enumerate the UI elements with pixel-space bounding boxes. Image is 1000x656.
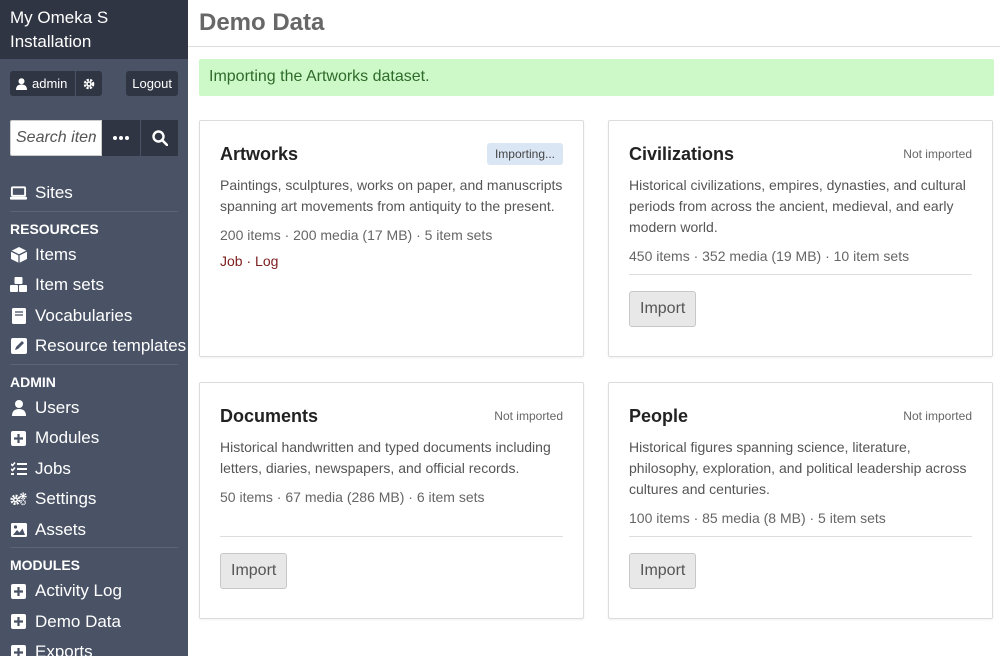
status-label: Not imported <box>494 409 563 423</box>
sidebar-item-label: Assets <box>35 519 87 539</box>
main-content: Demo Data Importing the Artworks dataset… <box>188 0 1000 656</box>
sidebar-item-label: Jobs <box>35 458 71 478</box>
dataset-description: Paintings, sculptures, works on paper, a… <box>220 177 563 214</box>
modules-heading: MODULES <box>10 557 80 573</box>
sidebar-item-label: Exports <box>35 642 93 656</box>
edit-icon <box>10 338 27 355</box>
dataset-description: Historical handwritten and typed documen… <box>220 439 551 476</box>
sidebar-item-exports[interactable]: Exports <box>0 637 188 656</box>
gear-icon <box>84 78 95 89</box>
dataset-title: Documents <box>220 405 319 426</box>
sidebar-item-items[interactable]: Items <box>0 240 188 271</box>
sidebar-item-users[interactable]: Users <box>0 393 188 424</box>
search-input[interactable] <box>10 120 102 156</box>
sidebar-item-item-sets[interactable]: Item sets <box>0 270 188 301</box>
cube-icon <box>10 246 27 263</box>
sidebar-item-demo-data[interactable]: Demo Data <box>0 607 188 638</box>
search-button[interactable] <box>140 120 178 156</box>
sidebar: My Omeka S Installation admin Logout Sit… <box>0 0 188 656</box>
dataset-stats: 50 items · 67 media (286 MB) · 6 item se… <box>220 489 485 505</box>
sidebar-item-sites[interactable]: Sites <box>0 178 188 209</box>
image-icon <box>10 521 27 538</box>
card-divider <box>629 274 972 275</box>
search-form <box>10 120 178 156</box>
log-link[interactable]: Log <box>255 253 278 269</box>
user-name: admin <box>32 76 68 91</box>
dataset-card-artworks: Artworks Importing... Paintings, sculptu… <box>199 120 584 357</box>
nav-divider <box>10 547 178 548</box>
nav-divider <box>10 363 178 365</box>
import-button[interactable]: Import <box>629 291 697 327</box>
dataset-description: Historical civilizations, empires, dynas… <box>629 177 966 235</box>
resources-heading: RESOURCES <box>10 220 99 237</box>
user-icon <box>10 399 27 416</box>
sidebar-item-label: Users <box>35 397 80 417</box>
brand-line-2: Installation <box>10 32 92 51</box>
dataset-card-documents: Documents Not imported Historical handwr… <box>199 382 584 619</box>
success-message: Importing the Artworks dataset. <box>199 59 994 96</box>
user-settings-button[interactable] <box>75 71 102 96</box>
plus-square-icon <box>10 583 27 600</box>
status-label: Not imported <box>903 147 972 161</box>
dataset-title: Artworks <box>220 143 299 164</box>
card-divider <box>220 536 563 537</box>
dataset-card-civilizations: Civilizations Not imported Historical ci… <box>608 120 993 357</box>
cubes-icon <box>10 277 27 294</box>
job-links: Job · Log <box>220 253 563 269</box>
user-icon <box>16 77 27 90</box>
dataset-card-people: People Not imported Historical figures s… <box>608 382 993 619</box>
sidebar-item-jobs[interactable]: Jobs <box>0 454 188 485</box>
search-icon <box>151 130 168 146</box>
cogs-icon <box>10 491 27 508</box>
sidebar-item-assets[interactable]: Assets <box>0 515 188 546</box>
user-menu: admin <box>10 71 103 96</box>
link-separator: · <box>242 253 256 269</box>
laptop-icon <box>10 185 27 202</box>
sidebar-item-resource-templates[interactable]: Resource templates <box>0 331 188 362</box>
user-link[interactable]: admin <box>10 71 75 96</box>
book-icon <box>10 307 27 324</box>
page-title: Demo Data <box>199 9 325 36</box>
sidebar-item-label: Item sets <box>35 275 104 295</box>
import-button[interactable]: Import <box>220 553 288 589</box>
card-divider <box>629 536 972 537</box>
tasks-icon <box>10 460 27 477</box>
import-button[interactable]: Import <box>629 553 697 589</box>
sidebar-item-label: Vocabularies <box>35 305 133 325</box>
job-link[interactable]: Job <box>220 253 243 269</box>
sidebar-item-vocabularies[interactable]: Vocabularies <box>0 301 188 332</box>
sidebar-item-label: Settings <box>35 489 97 509</box>
sidebar-item-modules[interactable]: Modules <box>0 423 188 454</box>
dataset-stats: 200 items · 200 media (17 MB) · 5 item s… <box>220 227 493 243</box>
admin-heading: ADMIN <box>10 373 56 390</box>
installation-title[interactable]: My Omeka S Installation <box>0 0 188 59</box>
nav-divider <box>10 210 178 212</box>
user-bar: admin Logout <box>10 71 178 96</box>
logout-button[interactable]: Logout <box>126 71 178 96</box>
status-badge: Importing... <box>486 143 563 165</box>
brand-line-1: My Omeka S <box>10 8 109 27</box>
sidebar-item-label: Resource templates <box>35 336 187 356</box>
sidebar-nav: Sites RESOURCES Items Item sets Vocabula… <box>0 178 188 656</box>
sidebar-item-label: Modules <box>35 428 100 448</box>
sidebar-item-label: Activity Log <box>35 581 122 601</box>
sidebar-item-label: Demo Data <box>35 611 121 631</box>
sidebar-item-label: Items <box>35 244 77 264</box>
dataset-title: People <box>629 405 689 426</box>
dataset-title: Civilizations <box>629 143 735 164</box>
sidebar-item-label: Sites <box>35 183 73 203</box>
sidebar-item-activity-log[interactable]: Activity Log <box>0 576 188 607</box>
advanced-search-button[interactable] <box>102 120 140 156</box>
plus-square-icon <box>10 430 27 447</box>
dataset-stats: 100 items · 85 media (8 MB) · 5 item set… <box>629 510 886 526</box>
plus-square-icon <box>10 613 27 630</box>
plus-square-icon <box>10 644 27 656</box>
dataset-stats: 450 items · 352 media (19 MB) · 10 item … <box>629 248 910 264</box>
ellipsis-icon <box>113 136 129 140</box>
dataset-description: Historical figures spanning science, lit… <box>629 439 967 497</box>
page-header: Demo Data <box>188 0 1000 47</box>
status-label: Not imported <box>903 409 972 423</box>
sidebar-item-settings[interactable]: Settings <box>0 484 188 515</box>
